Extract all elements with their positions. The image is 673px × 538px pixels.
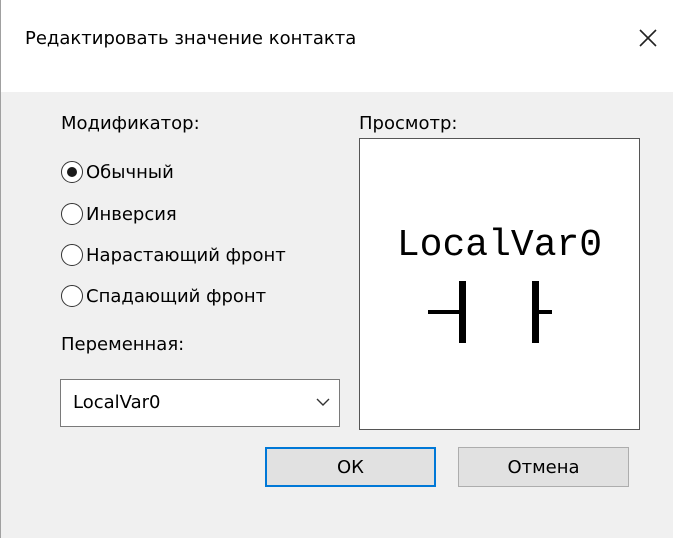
- radio-button[interactable]: [61, 285, 83, 307]
- radio-button-checked[interactable]: [61, 161, 83, 183]
- radio-button[interactable]: [61, 244, 83, 266]
- edit-contact-dialog: Редактировать значение контакта Модифика…: [0, 0, 673, 538]
- radio-falling-edge[interactable]: Спадающий фронт: [61, 283, 266, 309]
- preview-variable-name: LocalVar0: [396, 224, 603, 267]
- radio-inverse[interactable]: Инверсия: [61, 201, 177, 227]
- ok-button[interactable]: ОК: [265, 447, 436, 487]
- close-button[interactable]: [621, 18, 673, 66]
- chevron-down-icon: [316, 398, 330, 406]
- radio-inverse-label: Инверсия: [86, 203, 177, 225]
- preview-label: Просмотр:: [359, 113, 458, 134]
- radio-normal[interactable]: Обычный: [61, 159, 174, 185]
- variable-label: Переменная:: [61, 334, 185, 355]
- title-bar: Редактировать значение контакта: [1, 0, 673, 92]
- preview-box: LocalVar0: [359, 138, 640, 430]
- variable-select-value: LocalVar0: [73, 392, 161, 413]
- variable-select[interactable]: LocalVar0: [60, 379, 340, 427]
- radio-rising-edge-label: Нарастающий фронт: [86, 244, 286, 266]
- radio-normal-label: Обычный: [86, 161, 174, 183]
- cancel-button[interactable]: Отмена: [458, 447, 629, 487]
- radio-button[interactable]: [61, 203, 83, 225]
- radio-falling-edge-label: Спадающий фронт: [86, 285, 267, 307]
- dialog-title: Редактировать значение контакта: [25, 28, 357, 49]
- normally-open-contact-icon: [428, 281, 552, 343]
- radio-rising-edge[interactable]: Нарастающий фронт: [61, 242, 286, 268]
- close-icon: [639, 29, 657, 47]
- modifier-label: Модификатор:: [61, 113, 200, 134]
